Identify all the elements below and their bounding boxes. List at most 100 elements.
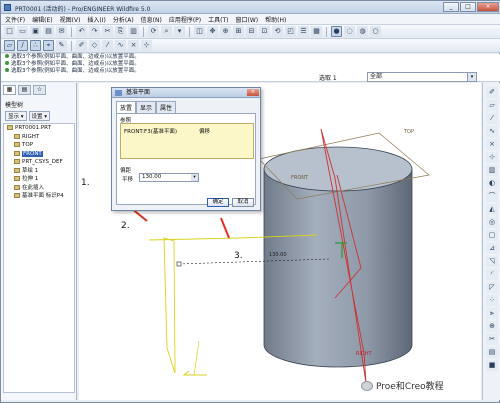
translation-input[interactable]: 130.00 ▾ (139, 173, 199, 182)
datum-plane-display-icon[interactable]: ▱ (4, 40, 15, 51)
tab-folder-browser[interactable]: ▤ (18, 85, 31, 95)
front-datum-plane-preview[interactable] (163, 237, 176, 374)
tree-node[interactable]: PRT_CSYS_DEF (4, 158, 74, 167)
layers-icon[interactable]: ☰ (298, 26, 309, 37)
trim-icon[interactable]: ✂ (486, 334, 498, 345)
regenerate-icon[interactable]: ⟳ (148, 26, 159, 37)
menu-insert[interactable]: 插入(I) (87, 15, 105, 24)
datum-point-tool-icon[interactable]: × (128, 40, 139, 51)
datum-curve-tool-icon[interactable]: ∿ (115, 40, 126, 51)
csys-display-icon[interactable]: ⌖ (43, 40, 54, 51)
no-hidden-icon[interactable]: ○ (370, 26, 381, 37)
rib-icon[interactable]: ⊿ (486, 243, 498, 254)
tree-node[interactable]: 在此插入 (4, 184, 74, 193)
references-collector[interactable]: FRONT:F3(基准平面) 偏移 (120, 123, 254, 159)
datum-plane-tool-icon[interactable]: ◇ (89, 40, 100, 51)
sketch-icon[interactable]: ✐ (486, 87, 498, 98)
tree-node[interactable]: FRONT (4, 150, 74, 159)
select-icon[interactable]: ▾ (174, 26, 185, 37)
sweep-icon[interactable]: ⌒ (486, 191, 498, 202)
find-icon[interactable]: ⌕ (161, 26, 172, 37)
print-icon[interactable]: ▤ (43, 26, 54, 37)
datum-axis-display-icon[interactable]: ∕ (17, 40, 28, 51)
tree-node[interactable]: TOP (4, 141, 74, 150)
menu-applications[interactable]: 应用程序(P) (169, 15, 201, 24)
repaint-icon[interactable]: ◫ (194, 26, 205, 37)
tab-properties[interactable]: 属性 (156, 101, 177, 113)
menu-edit[interactable]: 编辑(E) (32, 15, 52, 24)
ok-button[interactable]: 确定 (207, 198, 229, 207)
tree-node[interactable]: 拉伸 1 (4, 175, 74, 184)
cylinder-top-face[interactable] (263, 146, 413, 192)
draft-icon[interactable]: ◹ (486, 256, 498, 267)
tab-placement[interactable]: 放置 (116, 101, 137, 113)
menu-help[interactable]: 帮助(H) (265, 15, 286, 24)
refit-icon[interactable]: ⊡ (259, 26, 270, 37)
tree-node[interactable]: 草绘 1 (4, 167, 74, 176)
thicken-icon[interactable]: ▤ (486, 347, 498, 358)
menu-view[interactable]: 视图(V) (60, 15, 81, 24)
copy-icon[interactable]: ⎘ (115, 26, 126, 37)
tree-node[interactable]: PRT0001.PRT (4, 124, 74, 133)
axis-icon[interactable]: ⁄ (486, 113, 498, 124)
wireframe-icon[interactable]: ◌ (344, 26, 355, 37)
close-button[interactable]: × (477, 2, 499, 12)
csys-tool-icon[interactable]: ⊹ (141, 40, 152, 51)
chamfer-icon[interactable]: ◸ (486, 282, 498, 293)
saved-views-icon[interactable]: ◰ (285, 26, 296, 37)
chevron-down-icon[interactable]: ▾ (191, 174, 198, 181)
open-icon[interactable]: ▭ (17, 26, 28, 37)
merge-icon[interactable]: ⊕ (486, 321, 498, 332)
reference-constraint[interactable]: 偏移 (199, 127, 210, 135)
tab-display[interactable]: 显示 (136, 101, 157, 113)
selection-filter[interactable]: 全部 ▾ (367, 72, 477, 82)
new-icon[interactable]: □ (4, 26, 15, 37)
mail-icon[interactable]: ✉ (56, 26, 67, 37)
maximize-button[interactable]: □ (460, 2, 476, 12)
round-icon[interactable]: ◜ (486, 269, 498, 280)
mirror-icon[interactable]: ⫸ (486, 308, 498, 319)
pattern-icon[interactable]: ⁘ (486, 295, 498, 306)
menu-window[interactable]: 窗口(W) (236, 15, 259, 24)
revolve-icon[interactable]: ◐ (486, 178, 498, 189)
extrude-icon[interactable]: ▥ (486, 165, 498, 176)
datum-axis-tool-icon[interactable]: ⁄ (102, 40, 113, 51)
menu-analysis[interactable]: 分析(A) (113, 15, 134, 24)
paste-icon[interactable]: ▥ (128, 26, 139, 37)
undo-icon[interactable]: ↶ (76, 26, 87, 37)
tree-node[interactable]: RIGHT (4, 133, 74, 142)
zoom-in-icon[interactable]: ⊞ (233, 26, 244, 37)
orient-mode-icon[interactable]: ⊕ (220, 26, 231, 37)
shading-icon[interactable]: ● (331, 26, 342, 37)
blend-icon[interactable]: ◭ (486, 204, 498, 215)
menu-info[interactable]: 信息(N) (141, 15, 162, 24)
annotation-display-icon[interactable]: ✎ (56, 40, 67, 51)
cut-icon[interactable]: ✂ (102, 26, 113, 37)
tree-settings-button[interactable]: 设置 ▾ (28, 111, 51, 121)
tab-favorites[interactable]: ☆ (33, 85, 46, 95)
redo-icon[interactable]: ↷ (89, 26, 100, 37)
dialog-close-button[interactable]: × (247, 89, 259, 96)
menu-file[interactable]: 文件(F) (5, 15, 25, 24)
hole-icon[interactable]: ◎ (486, 217, 498, 228)
csys-icon[interactable]: ⊹ (486, 152, 498, 163)
curve-icon[interactable]: ∿ (486, 126, 498, 137)
zoom-out-icon[interactable]: ⊟ (246, 26, 257, 37)
solidify-icon[interactable]: ■ (486, 360, 498, 371)
offset-dimension[interactable]: 130.00 (269, 252, 287, 258)
point-icon[interactable]: × (486, 139, 498, 150)
tree-node[interactable]: 基准平面 标识P4 (4, 192, 74, 201)
reorient-icon[interactable]: ⟲ (272, 26, 283, 37)
tree-display-button[interactable]: 显示 ▾ (5, 111, 27, 121)
hidden-line-icon[interactable]: ◍ (357, 26, 368, 37)
tab-model-tree[interactable]: ▦ (3, 85, 16, 95)
cancel-button[interactable]: 取消 (232, 198, 254, 207)
plane-icon[interactable]: ▱ (486, 100, 498, 111)
chevron-down-icon[interactable]: ▾ (467, 73, 476, 81)
spin-center-icon[interactable]: ✥ (207, 26, 218, 37)
view-manager-icon[interactable]: ▦ (311, 26, 322, 37)
datum-point-display-icon[interactable]: ∴ (30, 40, 41, 51)
sketch-tool-icon[interactable]: ✐ (76, 40, 87, 51)
drag-handle[interactable] (176, 261, 182, 267)
shell-icon[interactable]: ▢ (486, 230, 498, 241)
